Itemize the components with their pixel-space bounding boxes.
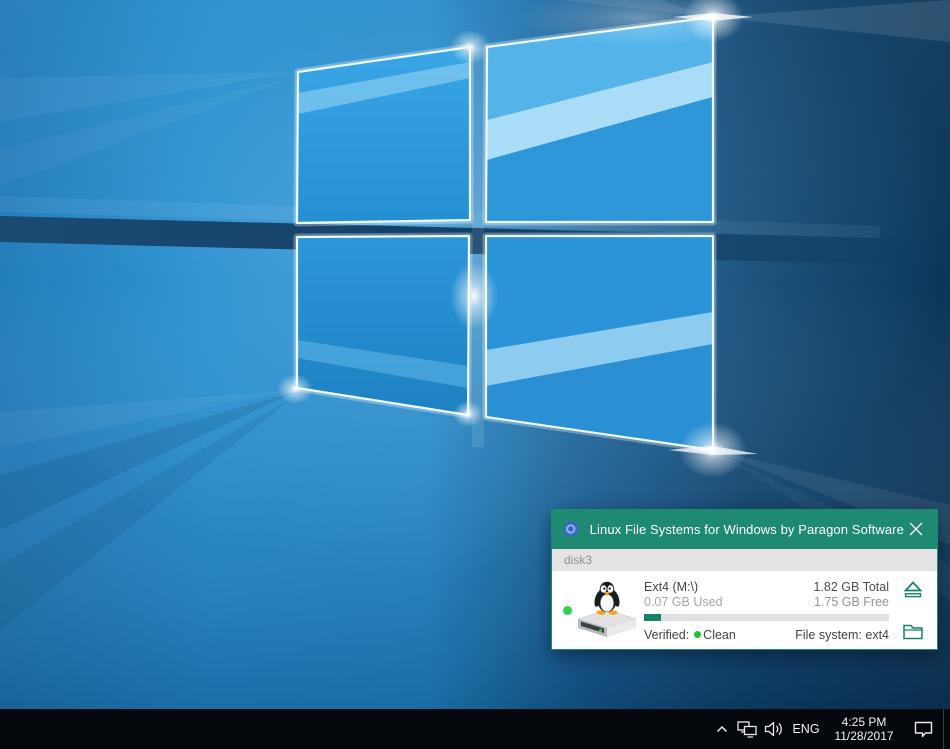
linux-disk-icon	[574, 580, 640, 640]
volume-name: Ext4 (M:\)	[644, 579, 723, 595]
clean-status-dot	[694, 631, 701, 638]
desktop: Linux File Systems for Windows by Parago…	[0, 0, 950, 749]
show-desktop-button[interactable]	[943, 709, 950, 749]
network-icon[interactable]	[734, 709, 760, 749]
verified-label: Verified:	[644, 628, 689, 642]
taskbar[interactable]: ENG 4:25 PM 11/28/2017	[0, 709, 950, 749]
volume-used: 0.07 GB Used	[644, 595, 723, 610]
filesystem-label: File system: ext4	[795, 628, 889, 642]
speaker-icon[interactable]	[760, 709, 787, 749]
volume-panel: Ext4 (M:\) 0.07 GB Used 1.82 GB Total 1.…	[551, 571, 938, 650]
action-center-icon[interactable]	[903, 709, 943, 749]
volume-free: 1.75 GB Free	[813, 595, 889, 610]
clock-time: 4:25 PM	[842, 715, 887, 729]
folder-icon[interactable]	[903, 624, 923, 640]
disk-group-label: disk3	[551, 549, 938, 571]
notification-title: Linux File Systems for Windows by Parago…	[590, 522, 904, 537]
notification-titlebar[interactable]: Linux File Systems for Windows by Parago…	[551, 509, 938, 549]
clock-date: 11/28/2017	[834, 729, 893, 743]
verified-status: Clean	[703, 628, 736, 642]
close-icon[interactable]	[904, 516, 928, 542]
volume-total: 1.82 GB Total	[813, 579, 889, 595]
paragon-notification-window: Linux File Systems for Windows by Parago…	[551, 509, 938, 650]
taskbar-clock[interactable]: 4:25 PM 11/28/2017	[825, 709, 903, 749]
volume-details: Ext4 (M:\) 0.07 GB Used 1.82 GB Total 1.…	[644, 579, 889, 642]
language-indicator[interactable]: ENG	[787, 709, 825, 749]
volume-status-dot	[563, 606, 572, 615]
volume-usage-fill	[644, 614, 661, 621]
eject-icon[interactable]	[903, 580, 923, 599]
paragon-logo-icon	[563, 520, 580, 538]
system-tray: ENG 4:25 PM 11/28/2017	[710, 709, 950, 749]
chevron-up-icon[interactable]	[710, 709, 734, 749]
volume-usage-bar	[644, 614, 889, 621]
volume-actions	[899, 579, 927, 641]
